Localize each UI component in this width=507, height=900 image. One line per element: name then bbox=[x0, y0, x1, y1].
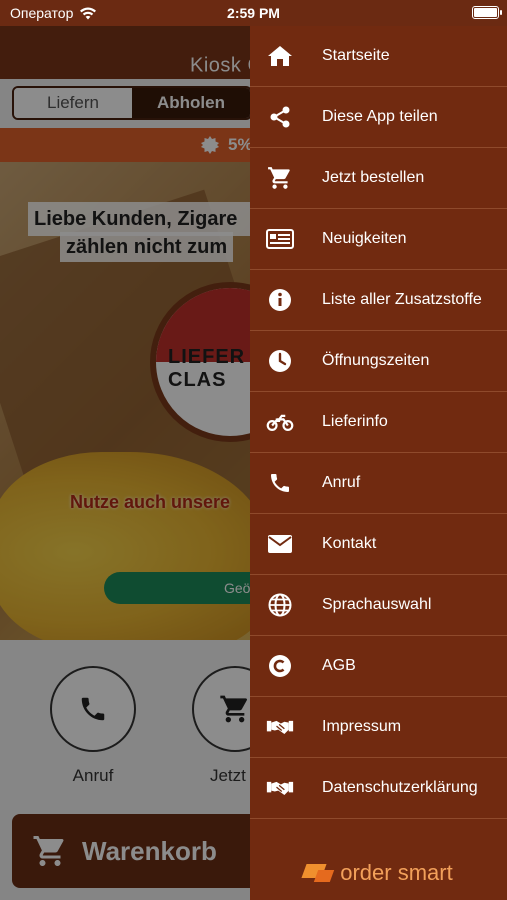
side-drawer: Startseite Diese App teilen Jetzt bestel… bbox=[250, 26, 507, 900]
handshake-icon bbox=[266, 713, 294, 741]
menu-item-additives[interactable]: Liste aller Zusatzstoffe bbox=[250, 270, 507, 331]
motorcycle-icon bbox=[266, 408, 294, 436]
menu-item-impressum[interactable]: Impressum bbox=[250, 697, 507, 758]
menu-label: Lieferinfo bbox=[322, 413, 388, 430]
status-bar: Оператор 2:59 PM bbox=[0, 0, 507, 26]
menu-label: Öffnungszeiten bbox=[322, 352, 430, 369]
carrier-info: Оператор bbox=[10, 5, 97, 21]
menu-label: Datenschutzerklärung bbox=[322, 779, 478, 796]
home-icon bbox=[266, 42, 294, 70]
menu-item-opening-hours[interactable]: Öffnungszeiten bbox=[250, 331, 507, 392]
menu-item-contact[interactable]: Kontakt bbox=[250, 514, 507, 575]
mail-icon bbox=[266, 530, 294, 558]
carrier-name: Оператор bbox=[10, 5, 74, 21]
menu-label: AGB bbox=[322, 657, 356, 674]
menu-item-share[interactable]: Diese App teilen bbox=[250, 87, 507, 148]
menu-item-language[interactable]: Sprachauswahl bbox=[250, 575, 507, 636]
cart-icon bbox=[266, 164, 294, 192]
menu-label: Anruf bbox=[322, 474, 361, 491]
menu-item-order[interactable]: Jetzt bestellen bbox=[250, 148, 507, 209]
brand-mark bbox=[304, 862, 334, 884]
menu-item-call[interactable]: Anruf bbox=[250, 453, 507, 514]
menu-label: Impressum bbox=[322, 718, 402, 735]
wifi-icon bbox=[80, 7, 97, 19]
news-icon bbox=[266, 225, 294, 253]
globe-icon bbox=[266, 591, 294, 619]
menu-label: Diese App teilen bbox=[322, 108, 438, 125]
menu-item-privacy[interactable]: Datenschutzerklärung bbox=[250, 758, 507, 819]
menu-label: Startseite bbox=[322, 47, 390, 64]
menu-label: Jetzt bestellen bbox=[322, 169, 425, 186]
order-smart-logo: order smart bbox=[250, 860, 507, 886]
menu-label: Sprachauswahl bbox=[322, 596, 432, 613]
info-icon bbox=[266, 286, 294, 314]
menu-label: Liste aller Zusatzstoffe bbox=[322, 291, 482, 308]
brand-text: order smart bbox=[340, 860, 453, 885]
phone-icon bbox=[266, 469, 294, 497]
menu-label: Neuigkeiten bbox=[322, 230, 407, 247]
clock-icon bbox=[266, 347, 294, 375]
menu-item-startseite[interactable]: Startseite bbox=[250, 26, 507, 87]
copyright-icon bbox=[266, 652, 294, 680]
menu-item-delivery-info[interactable]: Lieferinfo bbox=[250, 392, 507, 453]
menu-item-news[interactable]: Neuigkeiten bbox=[250, 209, 507, 270]
menu-label: Kontakt bbox=[322, 535, 377, 552]
share-icon bbox=[266, 103, 294, 131]
battery-icon bbox=[472, 6, 502, 19]
clock-time: 2:59 PM bbox=[227, 5, 280, 21]
menu-item-agb[interactable]: AGB bbox=[250, 636, 507, 697]
handshake-icon bbox=[266, 774, 294, 802]
